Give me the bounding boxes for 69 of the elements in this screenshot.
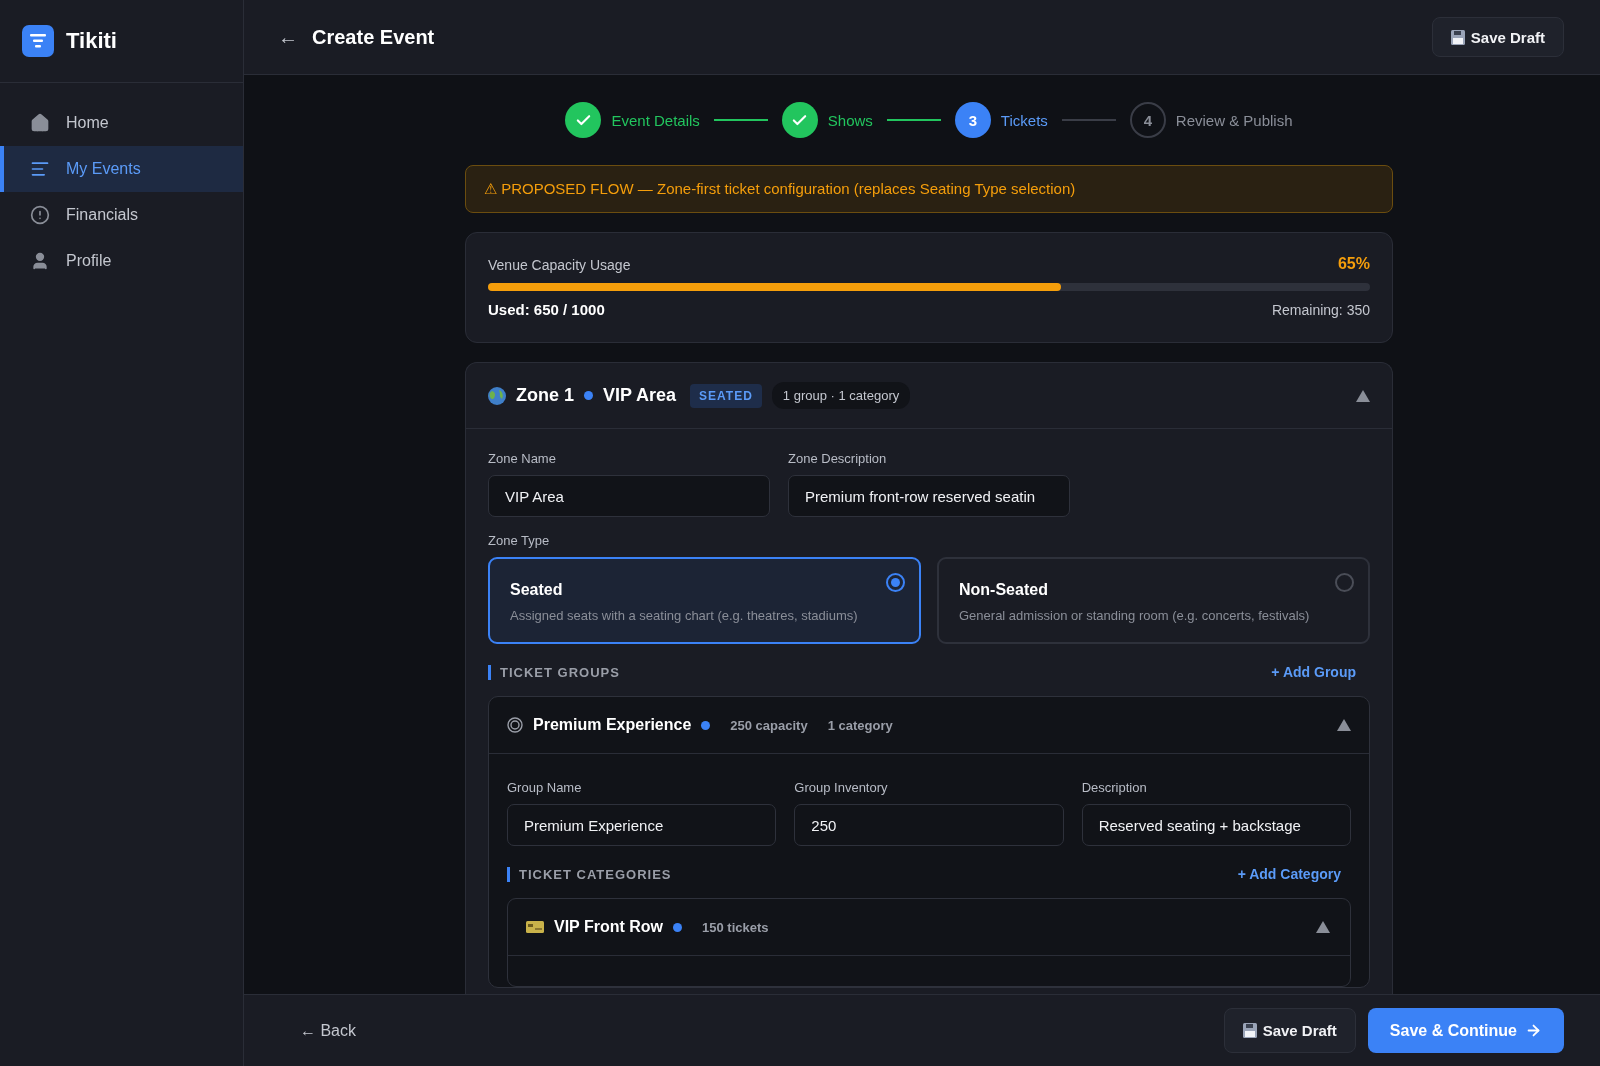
collapse-caret-icon[interactable] xyxy=(1316,921,1330,933)
status-dot xyxy=(701,720,711,730)
globe-icon xyxy=(488,386,506,405)
used-text: Used: 650 / 1000 xyxy=(488,301,605,318)
save-draft-button[interactable]: Save Draft xyxy=(1431,17,1564,57)
field-label: Group Name xyxy=(507,780,583,795)
collapse-caret-icon[interactable] xyxy=(1337,719,1351,731)
warning-banner: ⚠ PROPOSED FLOW — Zone-first ticket configuration (replaces Seating Type selection) xyxy=(465,165,1393,213)
step-label: Event Details xyxy=(611,111,700,129)
arrow-right-icon xyxy=(1525,1022,1542,1039)
status-dot xyxy=(584,391,593,400)
seated-tag: SEATED xyxy=(690,383,762,408)
field-label: Zone Type xyxy=(488,533,551,548)
step-label: Tickets xyxy=(1000,111,1048,129)
radio-button[interactable] xyxy=(1335,573,1354,592)
group-category-count: 1 category xyxy=(827,717,893,733)
add-group-link[interactable]: + Add Group xyxy=(1271,664,1356,680)
option-description: General admission or standing room (e.g. concerts, festivals) xyxy=(959,608,1311,623)
person-icon xyxy=(30,251,50,271)
section-title: TICKET CATEGORIES xyxy=(507,866,672,882)
app-name: Tikiti xyxy=(66,28,117,54)
collapse-caret-icon[interactable] xyxy=(1356,389,1370,402)
input-field[interactable]: Premium Experience xyxy=(507,804,777,846)
sidebar-item[interactable]: Financials xyxy=(0,192,243,238)
input-field[interactable]: Reserved seating + backstage xyxy=(1081,804,1351,846)
status-dot xyxy=(673,922,683,932)
step-indicator: 4 xyxy=(1129,102,1166,138)
save-continue-button[interactable]: Save & Continue xyxy=(1367,1008,1564,1053)
group-capacity: 250 capacity xyxy=(730,717,808,733)
zone-summary: 1 group · 1 category xyxy=(771,382,911,409)
field-label: Description xyxy=(1081,780,1148,795)
input-field[interactable]: Premium front-row reserved seatin xyxy=(788,475,1070,517)
sidebar-item[interactable]: Profile xyxy=(0,238,243,284)
capacity-percent: 65% xyxy=(1337,255,1370,273)
sidebar-item[interactable]: My Events xyxy=(0,146,243,192)
zone-name: VIP Area xyxy=(603,385,677,406)
ticket-icon xyxy=(526,921,544,933)
option-title: Seated xyxy=(510,581,564,599)
category-name: VIP Front Row xyxy=(554,918,664,936)
back-arrow-button[interactable]: ← xyxy=(278,25,298,49)
input-field[interactable]: 250 xyxy=(794,804,1064,846)
save-draft-button[interactable]: Save Draft xyxy=(1223,1008,1356,1053)
zone-type-option[interactable]: Seated Assigned seats with a seating chart (e.g. theatres, stadiums) xyxy=(488,557,921,644)
field-label: Zone Description xyxy=(788,451,888,466)
logo-icon xyxy=(22,25,54,57)
group-name: Premium Experience xyxy=(533,716,692,734)
ticket-count: 150 tickets xyxy=(702,919,769,935)
option-title: Non-Seated xyxy=(959,581,1049,599)
add-category-link[interactable]: + Add Category xyxy=(1237,866,1341,882)
zone-type-option[interactable]: Non-Seated General admission or standing room (e.g. concerts, festivals) xyxy=(937,557,1370,644)
remaining-text: Remaining: 350 xyxy=(1271,302,1370,318)
field-label: Zone Name xyxy=(488,451,557,466)
zone-label: Zone 1 xyxy=(516,385,574,406)
step-indicator: 3 xyxy=(954,102,991,138)
home-icon xyxy=(30,113,50,133)
step-label: Shows xyxy=(827,111,873,129)
exclamation-circle-icon xyxy=(30,205,50,225)
page-title: Create Event xyxy=(312,25,436,49)
capacity-title: Venue Capacity Usage xyxy=(488,257,631,273)
back-button[interactable]: ← Back xyxy=(294,1020,362,1041)
list-icon xyxy=(30,159,50,179)
section-title: TICKET GROUPS xyxy=(488,664,620,680)
sidebar-item[interactable]: Home xyxy=(0,100,243,146)
option-description: Assigned seats with a seating chart (e.g. theatres, stadiums) xyxy=(510,608,859,623)
target-icon xyxy=(507,717,523,733)
step-label: Review & Publish xyxy=(1175,111,1293,129)
input-field[interactable]: VIP Area xyxy=(488,475,770,517)
field-label: Group Inventory xyxy=(794,780,889,795)
radio-button[interactable] xyxy=(886,573,905,592)
